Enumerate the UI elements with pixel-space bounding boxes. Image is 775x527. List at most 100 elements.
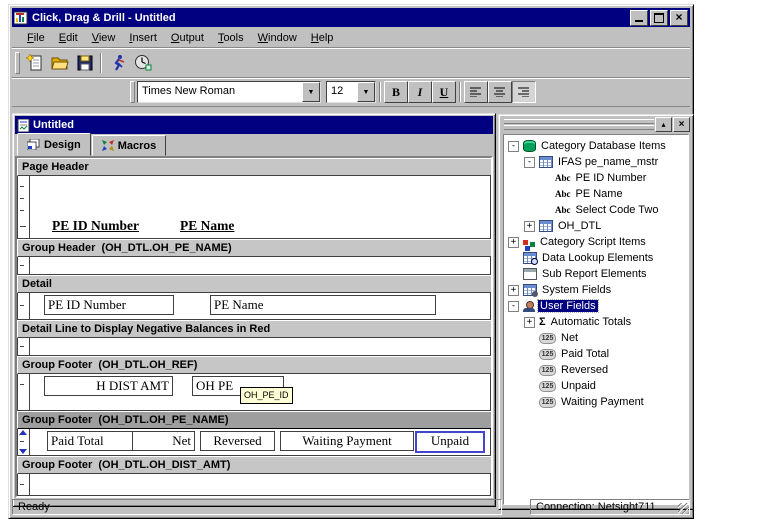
collapse-icon[interactable]: - xyxy=(524,157,535,168)
italic-button[interactable]: I xyxy=(408,81,432,103)
tree-item-system-fields[interactable]: + System Fields xyxy=(504,282,688,298)
band-content-group-footer-pe-name[interactable]: Paid Total Net Reversed Waiting Payment … xyxy=(17,429,491,456)
tree-item-pe-id-number[interactable]: Abc PE ID Number xyxy=(504,170,688,186)
palette-close-button[interactable]: × xyxy=(673,117,690,132)
open-folder-icon xyxy=(51,55,69,71)
underline-button[interactable]: U xyxy=(432,81,456,103)
close-button[interactable]: × xyxy=(670,10,688,26)
field-tooltip: OH_PE_ID xyxy=(240,387,293,404)
band-content-detail[interactable]: PE ID Number PE Name xyxy=(17,293,491,320)
menu-output[interactable]: Output xyxy=(164,30,211,46)
tree-item-category-database-items[interactable]: - Category Database Items xyxy=(504,138,688,154)
tree-item-net[interactable]: 125 Net xyxy=(504,330,688,346)
bold-button[interactable]: B xyxy=(384,81,408,103)
page-header-field-pe-name[interactable]: PE Name xyxy=(180,218,234,234)
toolbar-grip[interactable] xyxy=(15,52,20,74)
band-content-detail-negative[interactable] xyxy=(17,338,491,356)
menu-edit[interactable]: Edit xyxy=(52,30,85,46)
new-report-button[interactable] xyxy=(22,51,47,75)
expand-icon[interactable]: + xyxy=(524,317,535,328)
band-content-group-footer-ref[interactable]: H DIST AMT OH PE OH_PE_ID xyxy=(17,374,491,411)
footer-field-waiting-payment[interactable]: Waiting Payment xyxy=(280,431,414,451)
menu-file[interactable]: File xyxy=(20,30,52,46)
font-name-combo[interactable]: Times New Roman ▼ xyxy=(137,81,321,103)
group-footer-dist-amt-ruler[interactable] xyxy=(18,474,30,495)
expand-icon[interactable]: + xyxy=(508,285,519,296)
tab-macros[interactable]: Macros xyxy=(92,135,167,156)
text-field-icon: Abc xyxy=(555,173,571,183)
collapse-icon[interactable]: - xyxy=(508,141,519,152)
menu-window[interactable]: Window xyxy=(251,30,304,46)
band-resize-down-icon[interactable] xyxy=(19,449,27,454)
band-header-detail-negative[interactable]: Detail Line to Display Negative Balances… xyxy=(17,320,491,338)
band-header-group-header-pe-name[interactable]: Group Header (OH_DTL.OH_PE_NAME) xyxy=(17,239,491,257)
collapse-icon[interactable]: - xyxy=(508,301,519,312)
design-surface: Page Header PE ID Number PE Name Group H… xyxy=(15,156,493,498)
detail-ruler[interactable] xyxy=(18,293,30,319)
page-header-field-pe-id-number[interactable]: PE ID Number xyxy=(52,218,139,234)
resize-grip[interactable] xyxy=(678,503,689,514)
group-header-ruler[interactable] xyxy=(18,257,30,274)
save-report-button[interactable] xyxy=(72,51,97,75)
menu-view[interactable]: View xyxy=(85,30,123,46)
expand-icon[interactable]: + xyxy=(508,237,519,248)
tree-item-sub-report-elements[interactable]: Sub Report Elements xyxy=(504,266,688,282)
band-content-group-header-pe-name[interactable] xyxy=(17,257,491,275)
tree-item-automatic-totals[interactable]: + Σ Automatic Totals xyxy=(504,314,688,330)
minimize-button[interactable] xyxy=(630,10,648,26)
align-left-button[interactable] xyxy=(464,81,488,103)
report-title-bar[interactable]: Untitled xyxy=(15,116,493,134)
title-bar[interactable]: Click, Drag & Drill - Untitled × xyxy=(12,8,690,27)
expand-icon[interactable]: + xyxy=(524,221,535,232)
format-toolbar-grip[interactable] xyxy=(130,81,135,103)
detail-field-pe-name[interactable]: PE Name xyxy=(210,295,436,315)
tree-item-category-script-items[interactable]: + Category Script Items xyxy=(504,234,688,250)
menu-tools[interactable]: Tools xyxy=(211,30,251,46)
palette-minimize-button[interactable]: ▴ xyxy=(655,117,672,132)
footer-field-unpaid[interactable]: Unpaid xyxy=(415,431,485,453)
palette-grip[interactable]: ▴ × xyxy=(501,117,691,132)
footer-ref-field-dist-amt[interactable]: H DIST AMT xyxy=(44,376,173,396)
band-header-page-header[interactable]: Page Header xyxy=(17,158,491,176)
detail-field-pe-id-number[interactable]: PE ID Number xyxy=(44,295,174,315)
tree-item-ifas-pe-name-mstr[interactable]: - IFAS pe_name_mstr xyxy=(504,154,688,170)
align-center-button[interactable] xyxy=(488,81,512,103)
tree-item-pe-name[interactable]: Abc PE Name xyxy=(504,186,688,202)
tree-item-user-fields[interactable]: - User Fields xyxy=(504,298,688,314)
group-footer-ref-ruler[interactable] xyxy=(18,374,30,410)
band-resize-up-icon[interactable] xyxy=(19,430,27,435)
maximize-button[interactable] xyxy=(650,10,668,26)
footer-field-net[interactable]: Net xyxy=(132,431,195,451)
band-header-group-footer-ref[interactable]: Group Footer (OH_DTL.OH_REF) xyxy=(17,356,491,374)
footer-field-reversed[interactable]: Reversed xyxy=(200,431,275,451)
footer-field-paid-total[interactable]: Paid Total xyxy=(47,431,135,451)
app-icon xyxy=(14,11,28,25)
group-footer-pe-name-ruler[interactable] xyxy=(18,429,30,455)
band-header-group-footer-pe-name[interactable]: Group Footer (OH_DTL.OH_PE_NAME) xyxy=(17,411,491,429)
menu-insert[interactable]: Insert xyxy=(122,30,164,46)
standard-toolbar xyxy=(12,48,690,78)
menu-help[interactable]: Help xyxy=(304,30,341,46)
align-right-button[interactable] xyxy=(512,81,536,103)
page-header-ruler[interactable] xyxy=(18,176,30,238)
tree-item-paid-total[interactable]: 125 Paid Total xyxy=(504,346,688,362)
schedule-report-button[interactable] xyxy=(130,51,155,75)
detail-negative-ruler[interactable] xyxy=(18,338,30,355)
open-report-button[interactable] xyxy=(47,51,72,75)
tab-design[interactable]: Design xyxy=(17,133,91,156)
tree-item-reversed[interactable]: 125 Reversed xyxy=(504,362,688,378)
tree-item-data-lookup-elements[interactable]: Data Lookup Elements xyxy=(504,250,688,266)
band-header-detail[interactable]: Detail xyxy=(17,275,491,293)
tree-item-oh-dtl[interactable]: + OH_DTL xyxy=(504,218,688,234)
font-name-dropdown-button[interactable]: ▼ xyxy=(302,82,320,102)
tree-item-select-code-two[interactable]: Abc Select Code Two xyxy=(504,202,688,218)
band-content-group-footer-dist-amt[interactable] xyxy=(17,474,491,496)
run-report-button[interactable] xyxy=(105,51,130,75)
font-size-combo[interactable]: 12 ▼ xyxy=(326,81,376,103)
band-content-page-header[interactable]: PE ID Number PE Name xyxy=(17,176,491,239)
tree-item-waiting-payment[interactable]: 125 Waiting Payment xyxy=(504,394,688,410)
tree-item-unpaid[interactable]: 125 Unpaid xyxy=(504,378,688,394)
band-header-group-footer-dist-amt[interactable]: Group Footer (OH_DTL.OH_DIST_AMT) xyxy=(17,456,491,474)
font-size-dropdown-button[interactable]: ▼ xyxy=(357,82,375,102)
table-icon xyxy=(539,156,553,168)
